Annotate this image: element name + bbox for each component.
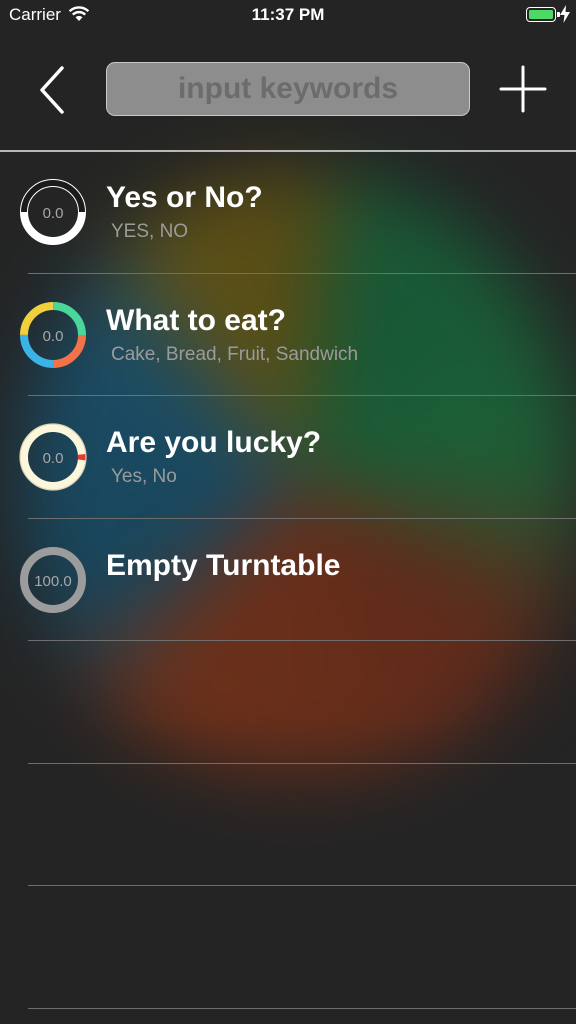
turntable-score: 0.0: [43, 450, 64, 467]
turntable-title: Are you lucky?: [106, 426, 322, 459]
status-time: 11:37 PM: [251, 5, 325, 24]
turntable-title: What to eat?: [106, 303, 286, 337]
add-turntable-button[interactable]: [498, 64, 548, 114]
back-button[interactable]: [30, 60, 76, 120]
status-bar: Carrier 11:37 PM: [0, 0, 576, 30]
turntable-row[interactable]: 0.0 Yes or No? YES, NO: [0, 151, 576, 274]
turntable-title: Yes or No?: [106, 181, 263, 214]
turntable-options: Cake, Bread, Fruit, Sandwich: [111, 343, 359, 365]
turntable-options: YES, NO: [111, 221, 189, 242]
turntable-title: Empty Turntable: [106, 548, 341, 582]
turntable-wheel-icon: 100.0: [19, 546, 87, 614]
empty-row: [0, 764, 576, 886]
turntable-score: 100.0: [34, 573, 72, 590]
turntable-list: 0.0 Yes or No? YES, NO 0.0 What to eat? Cake,…: [0, 151, 576, 1009]
nav-bar: [0, 30, 576, 150]
row-divider: [28, 1007, 576, 1009]
turntable-wheel-icon: 0.0: [19, 301, 87, 369]
turntable-wheel-icon: 0.0: [19, 178, 87, 246]
turntable-row[interactable]: 0.0 What to eat? Cake, Bread, Fruit, Sandw…: [0, 274, 576, 396]
chevron-left-icon: [40, 66, 64, 114]
turntable-row[interactable]: 0.0 Are you lucky? Yes, No: [0, 396, 576, 519]
plus-icon: [499, 65, 547, 113]
turntable-wheel-icon: 0.0: [19, 423, 87, 491]
turntable-score: 0.0: [43, 205, 64, 222]
turntable-row[interactable]: 100.0 Empty Turntable: [0, 519, 576, 641]
search-input[interactable]: [106, 62, 470, 116]
screen: Carrier 11:37 PM input keywords 0.0 Yes …: [0, 0, 576, 1024]
empty-row: [0, 641, 576, 764]
turntable-score: 0.0: [43, 328, 64, 345]
empty-row: [0, 886, 576, 1009]
turntable-options: Yes, No: [111, 466, 177, 487]
charging-bolt-icon: [560, 5, 570, 28]
battery-charging-icon: [526, 7, 560, 22]
